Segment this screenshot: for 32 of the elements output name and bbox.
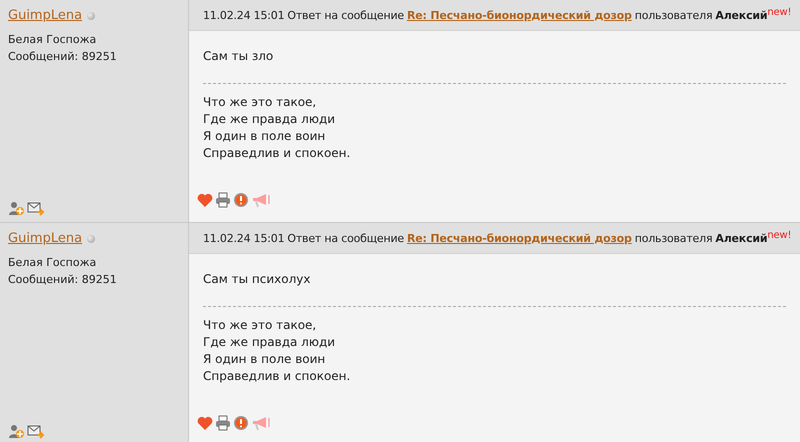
message-text: Сам ты зло xyxy=(203,49,274,63)
signature-text: Что же это такое, Где же правда люди Я один в поле воин Справедлив и спокоен. xyxy=(203,94,352,162)
warning-icon[interactable] xyxy=(233,415,249,431)
new-label: new! xyxy=(767,6,792,18)
reply-label: Ответ на сообщение xyxy=(287,232,404,244)
mail-icon[interactable] xyxy=(27,423,45,439)
warning-icon[interactable] xyxy=(233,192,249,208)
author-link[interactable]: GuimpLena xyxy=(8,8,82,23)
heart-icon[interactable] xyxy=(197,192,213,208)
post-date: 11.02.24 15:01 xyxy=(203,8,284,22)
new-label: new! xyxy=(767,230,792,240)
add-user-icon[interactable] xyxy=(8,200,24,216)
by-label: пользователя xyxy=(634,232,712,244)
by-label: пользователя xyxy=(634,8,712,22)
author-rank: Белая Госпожа xyxy=(8,255,98,271)
author-rank: Белая Госпожа xyxy=(8,32,98,48)
reply-label: Ответ на сообщение xyxy=(287,8,404,22)
print-icon[interactable] xyxy=(215,415,231,431)
author-link[interactable]: GuimpLena xyxy=(8,231,82,246)
post-count: Сообщений: 89251 xyxy=(8,49,118,65)
mail-icon[interactable] xyxy=(27,200,45,216)
post-date: 11.02.24 15:01 xyxy=(203,232,284,244)
heart-icon[interactable] xyxy=(197,415,213,431)
add-user-icon[interactable] xyxy=(8,423,24,439)
signature-text: Что же это такое, Где же правда люди Я один в поле воин Справедлив и спокоен. xyxy=(203,317,352,385)
topic-link[interactable]: Re: Песчано-бионордический дозор xyxy=(406,232,632,244)
post-count: Сообщений: 89251 xyxy=(8,272,118,288)
print-icon[interactable] xyxy=(215,192,231,208)
topic-link[interactable]: Re: Песчано-бионордический дозор xyxy=(406,8,632,22)
reply-author: Алексий xyxy=(715,232,768,244)
message-text: Сам ты психолух xyxy=(203,272,312,286)
reply-author: Алексий xyxy=(715,8,768,22)
